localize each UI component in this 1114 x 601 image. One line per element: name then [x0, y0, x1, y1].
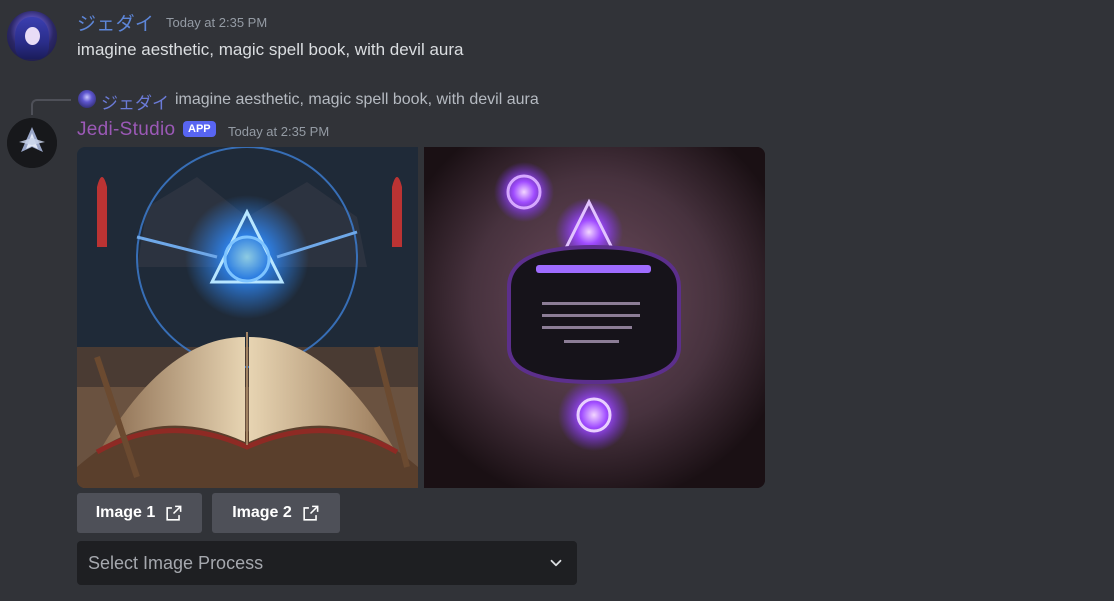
user-avatar[interactable] [7, 11, 57, 61]
bot-avatar[interactable] [7, 118, 57, 168]
app-badge: APP [183, 121, 216, 137]
image-1-button[interactable]: Image 1 [77, 493, 202, 533]
reply-preview-text[interactable]: imagine aesthetic, magic spell book, wit… [175, 91, 539, 109]
image-2-button-label: Image 2 [232, 504, 292, 521]
external-link-icon [303, 505, 319, 521]
image-2-button[interactable]: Image 2 [212, 493, 340, 533]
generated-image-2[interactable] [424, 147, 765, 488]
select-placeholder: Select Image Process [88, 552, 264, 573]
generated-image-1[interactable] [77, 147, 418, 488]
purple-spell-page-art [424, 147, 765, 488]
bot-timestamp: Today at 2:35 PM [228, 124, 330, 139]
timestamp: Today at 2:35 PM [166, 15, 268, 30]
image-1-button-label: Image 1 [95, 504, 156, 521]
chevron-down-icon [550, 559, 562, 567]
reply-avatar[interactable] [78, 90, 96, 108]
external-link-icon [166, 505, 182, 521]
image-process-select[interactable]: Select Image Process [77, 541, 577, 585]
username[interactable]: ジェダイ [77, 9, 154, 36]
bot-logo-icon [7, 118, 57, 168]
message-text: imagine aesthetic, magic spell book, wit… [77, 40, 464, 59]
spell-book-art [77, 147, 418, 488]
reply-connector [31, 99, 71, 115]
reply-username[interactable]: ジェダイ [101, 89, 169, 114]
bot-username[interactable]: Jedi-Studio [77, 119, 175, 141]
